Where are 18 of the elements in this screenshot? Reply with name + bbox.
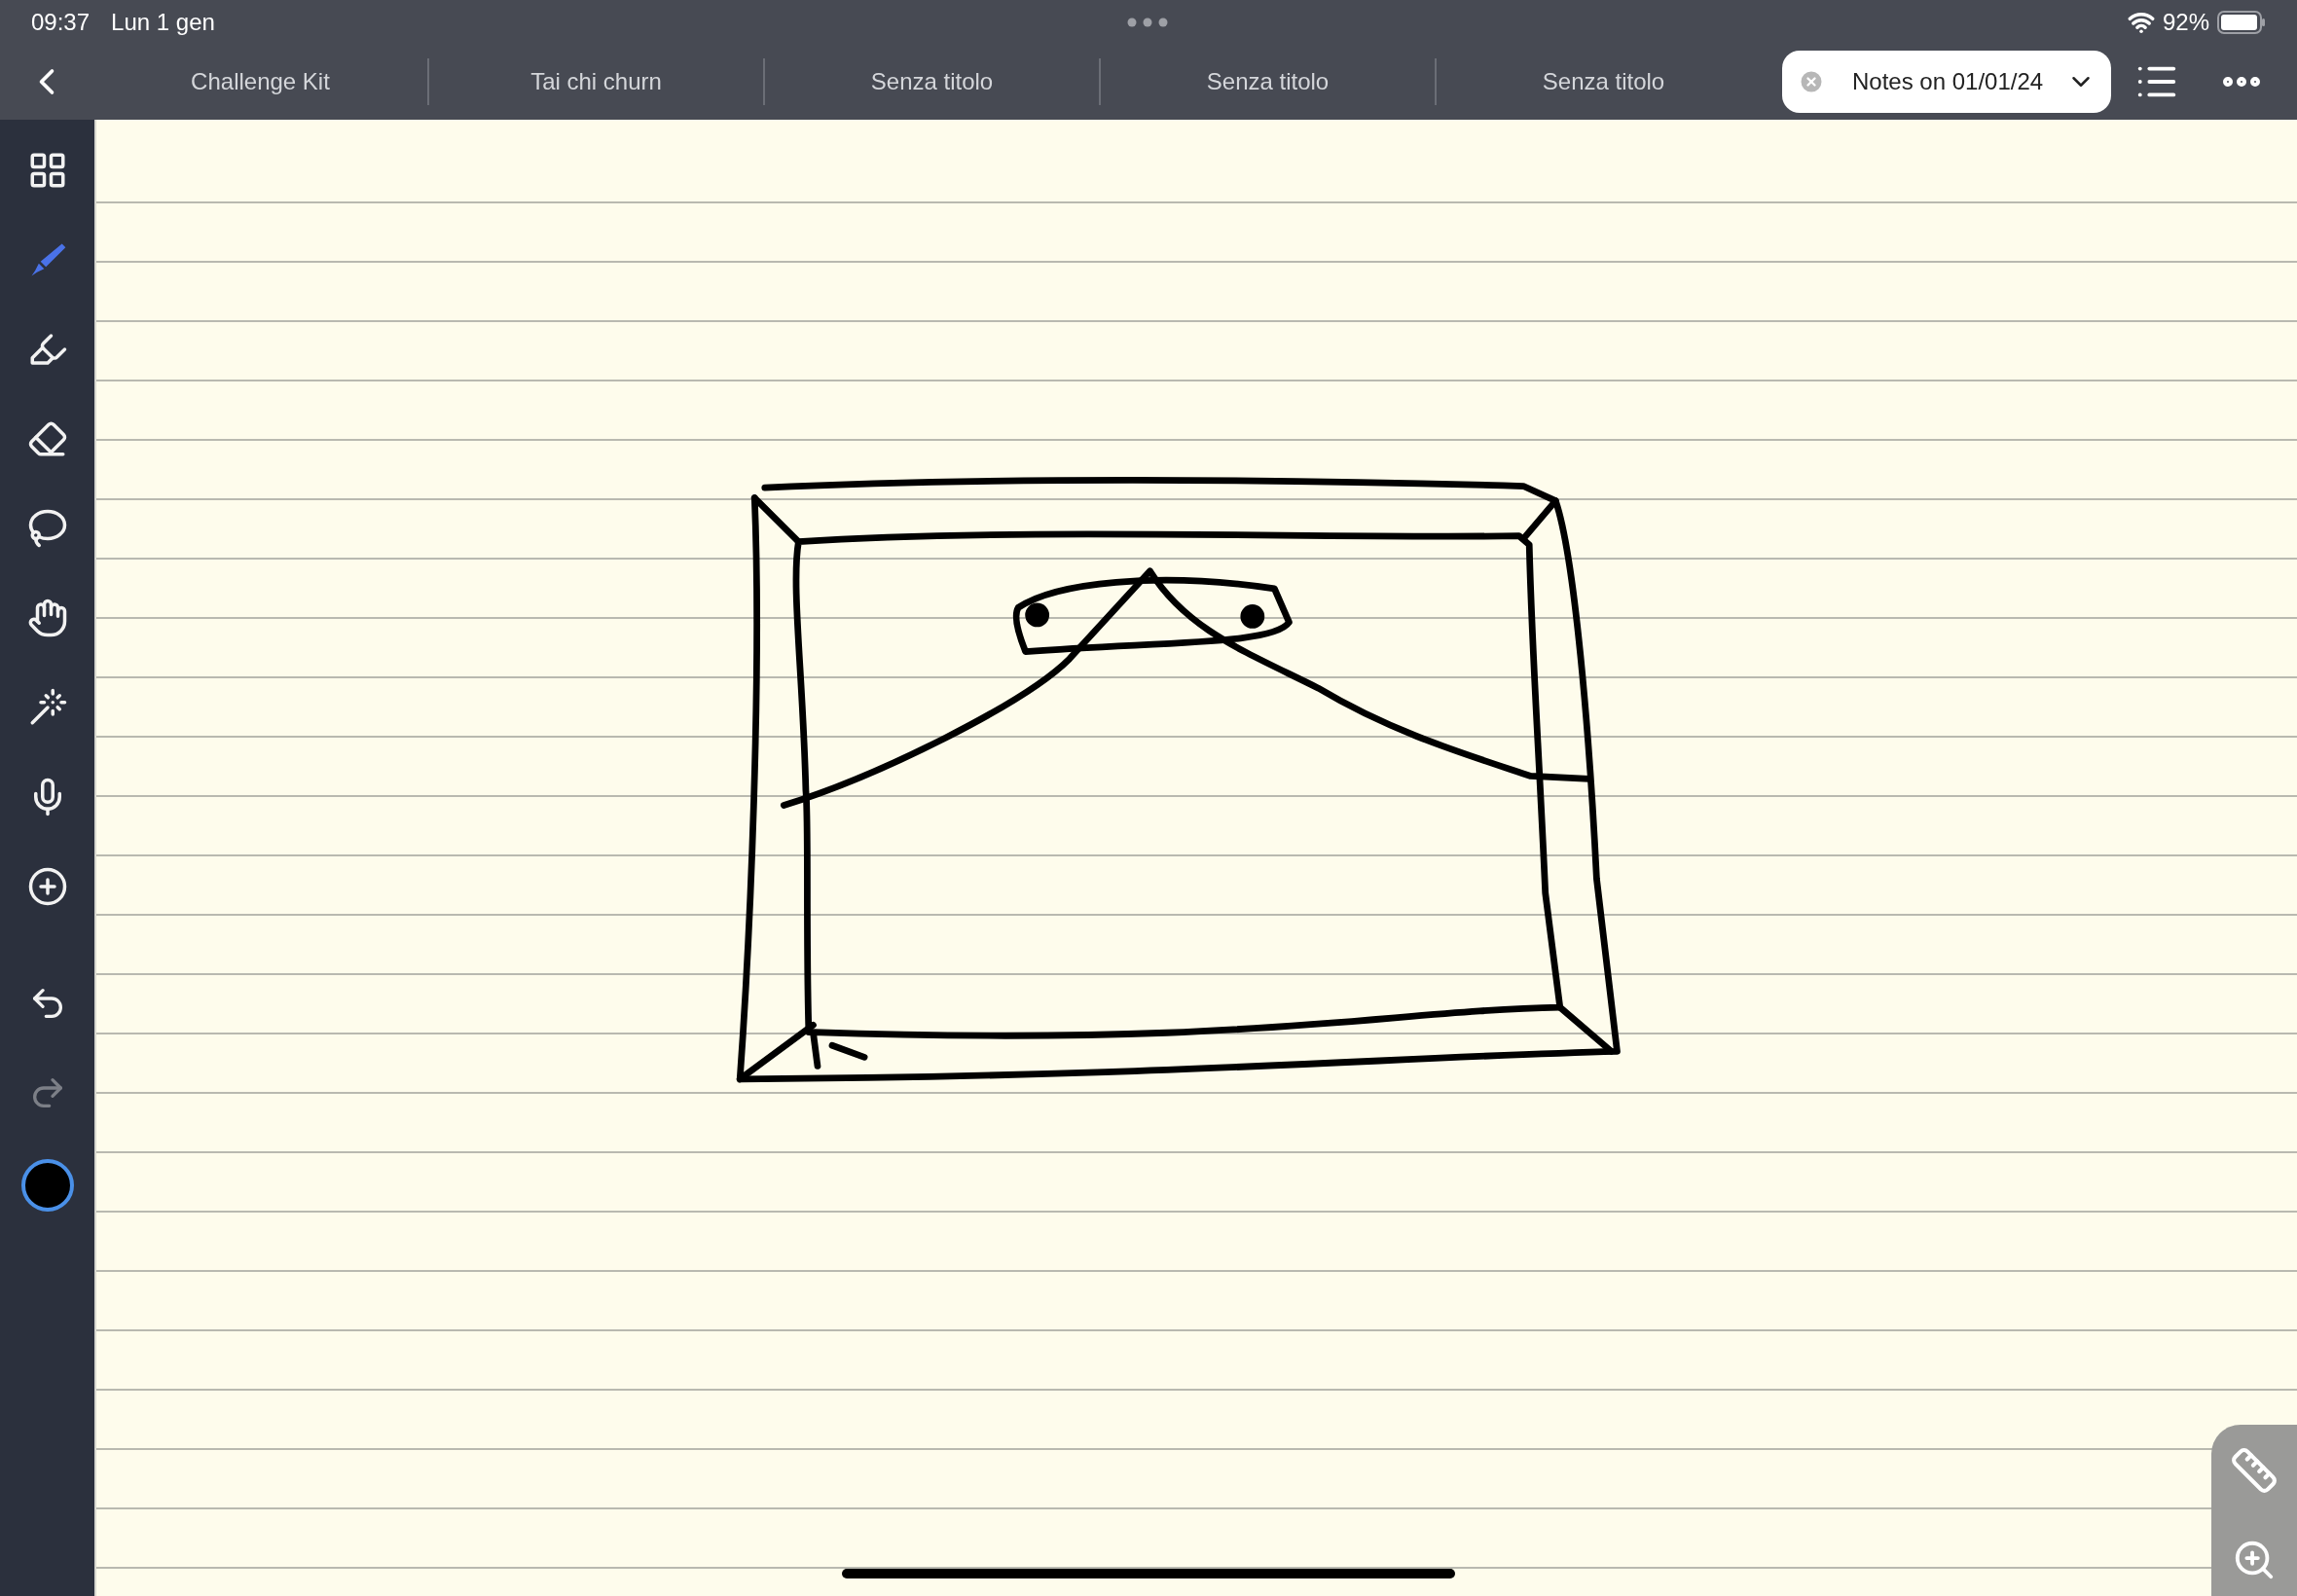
status-date: Lun 1 gen [111,7,215,37]
battery-percentage: 92% [2162,7,2209,37]
document-tab[interactable]: Tai chi churn [429,64,763,99]
document-tab[interactable]: Challenge Kit [93,64,427,99]
add-circle-icon[interactable] [26,866,68,907]
hand-icon[interactable] [26,598,68,638]
document-tab[interactable]: Senza titolo [765,64,1099,99]
ruler-icon[interactable] [2230,1446,2279,1495]
document-tab[interactable]: Notes on 01/01/24 [1782,51,2111,113]
status-time: 09:37 [31,7,91,37]
lined-paper[interactable] [94,120,2297,1596]
eraser-icon[interactable] [26,418,68,459]
battery-icon [2217,10,2266,34]
document-tab[interactable]: Senza titolo [1101,64,1435,99]
multitasking-dots-icon[interactable] [1127,18,1168,27]
document-tab[interactable]: Senza titolo [1437,64,1770,99]
lasso-icon[interactable] [26,508,68,549]
pen-color-swatch[interactable] [20,1159,74,1212]
